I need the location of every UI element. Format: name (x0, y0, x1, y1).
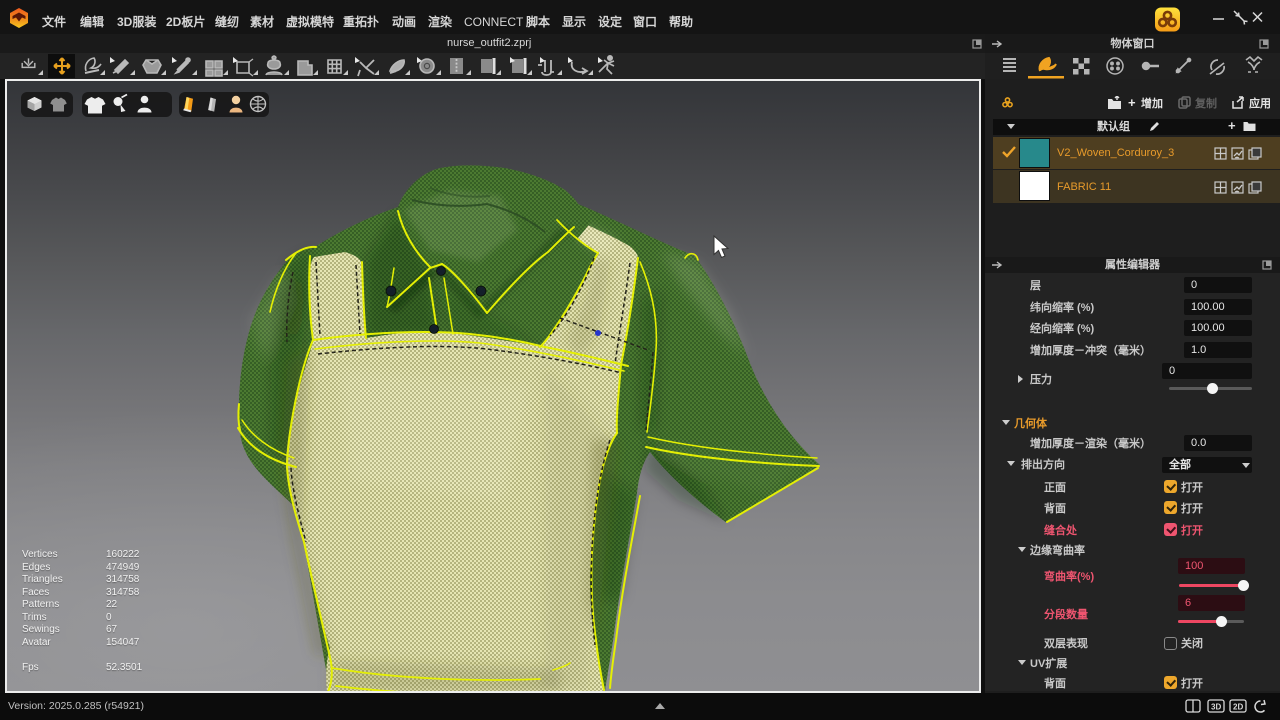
svg-text:3D: 3D (1211, 703, 1221, 712)
svg-text:2D: 2D (1233, 703, 1243, 712)
